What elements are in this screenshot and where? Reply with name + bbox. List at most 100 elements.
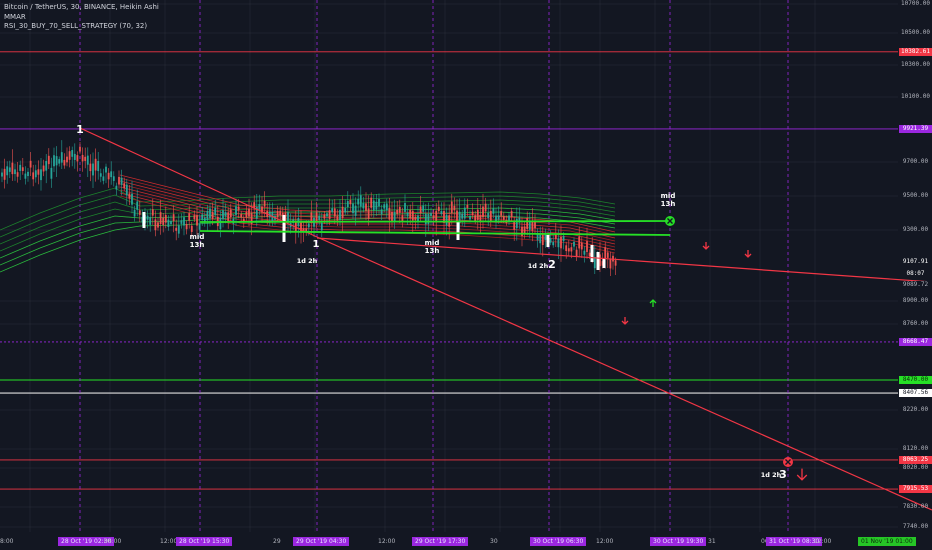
price-label-red-line: 8063.25 bbox=[899, 456, 932, 464]
candle-body bbox=[29, 160, 32, 168]
candle-body bbox=[16, 172, 19, 177]
candle-body bbox=[131, 193, 133, 205]
candle-body bbox=[76, 155, 79, 162]
sell-arrow bbox=[621, 317, 629, 325]
price-tick-label: 10700.00 bbox=[901, 0, 930, 7]
candle-body bbox=[229, 209, 232, 218]
candle-body bbox=[112, 176, 115, 181]
candle-body bbox=[526, 218, 529, 229]
candle-body bbox=[606, 252, 609, 258]
time-annotation-label: 13h bbox=[661, 200, 676, 208]
candle-body bbox=[214, 207, 217, 215]
candle-body bbox=[125, 184, 128, 196]
candle-body bbox=[391, 212, 393, 222]
candle-body bbox=[185, 223, 188, 230]
candle-body bbox=[79, 146, 81, 152]
candle-body bbox=[157, 222, 159, 228]
candle-body bbox=[560, 236, 562, 249]
candle-body bbox=[198, 223, 201, 230]
price-label-red-line: 7915.53 bbox=[899, 485, 932, 493]
time-tick-label: 30 bbox=[490, 538, 498, 545]
candle-body bbox=[120, 177, 123, 185]
price-tick-label: 8120.00 bbox=[902, 445, 929, 452]
time-annotation-label: 1d 2h bbox=[297, 257, 318, 265]
candle-body bbox=[42, 165, 45, 172]
candle-body bbox=[279, 210, 282, 216]
candle-body bbox=[484, 203, 487, 212]
candle-body bbox=[170, 221, 172, 225]
candle-body bbox=[123, 183, 126, 189]
candle-body bbox=[609, 258, 612, 269]
candle-body bbox=[578, 236, 581, 249]
price-tick-label: 8020.00 bbox=[902, 464, 929, 471]
candle-body bbox=[6, 166, 9, 176]
candle-body bbox=[580, 242, 583, 250]
candle-body bbox=[219, 217, 222, 230]
candle-body bbox=[235, 206, 237, 215]
candle-body bbox=[567, 248, 570, 252]
candle-body bbox=[133, 209, 136, 217]
candle-body bbox=[393, 211, 396, 222]
candle-body bbox=[89, 163, 92, 172]
candle-body bbox=[55, 156, 58, 166]
candle-body bbox=[8, 167, 11, 172]
price-tick-label: 8900.00 bbox=[902, 297, 929, 304]
price-label-current: 9107.91 bbox=[899, 258, 932, 266]
candle-body bbox=[583, 250, 586, 255]
candle-body bbox=[593, 256, 596, 269]
candle-body bbox=[211, 211, 214, 219]
candle-body bbox=[162, 217, 165, 225]
candle-body bbox=[60, 152, 63, 163]
price-tick-label: 9300.00 bbox=[902, 226, 929, 233]
candle-body bbox=[383, 204, 386, 209]
candle-body bbox=[45, 160, 48, 171]
time-annotation-label: mid bbox=[425, 239, 440, 247]
candle-body bbox=[604, 247, 607, 259]
candle-body bbox=[489, 210, 492, 221]
vertical-time-lines bbox=[79, 0, 789, 532]
candle-body bbox=[497, 215, 500, 220]
candle-body bbox=[570, 247, 573, 252]
wave-number-label: 2 bbox=[548, 258, 556, 271]
price-tick-label: 9700.00 bbox=[902, 158, 929, 165]
price-tick-label: 10300.00 bbox=[901, 61, 930, 68]
candle-body bbox=[354, 205, 357, 216]
candle-body bbox=[502, 216, 505, 220]
chart-legend: Bitcoin / TetherUS, 30, BINANCE, Heikin … bbox=[4, 3, 159, 32]
highlight-candle bbox=[456, 222, 460, 240]
candle-body bbox=[58, 159, 61, 164]
price-tick-label: 10500.00 bbox=[901, 29, 930, 36]
sell-arrow bbox=[744, 250, 752, 258]
time-marker-label: 29 Oct '19 04:30 bbox=[293, 537, 350, 546]
candle-body bbox=[222, 210, 224, 220]
time-annotation-label: 1d 2h bbox=[528, 262, 549, 270]
candle-body bbox=[474, 215, 477, 222]
candle-body bbox=[341, 206, 344, 219]
candle-body bbox=[183, 217, 185, 226]
candle-body bbox=[237, 206, 240, 210]
candle-body bbox=[73, 153, 76, 160]
highlight-candle bbox=[596, 252, 600, 270]
indicator-rsi-strategy: RSI_30_BUY_70_SELL_STRATEGY (70, 32) bbox=[4, 22, 148, 30]
time-tick-label: 8:00 bbox=[0, 538, 14, 545]
candle-body bbox=[326, 213, 328, 217]
candle-body bbox=[190, 225, 193, 232]
candle-body bbox=[201, 214, 204, 220]
candle-body bbox=[552, 241, 555, 246]
candle-body bbox=[396, 209, 399, 214]
candle-body bbox=[81, 154, 84, 162]
candle-body bbox=[180, 220, 183, 224]
candle-body bbox=[97, 161, 100, 172]
candle-body bbox=[110, 171, 113, 178]
candle-body bbox=[544, 234, 547, 241]
candle-body bbox=[50, 167, 53, 179]
ma-red-2 bbox=[119, 180, 616, 239]
candle-body bbox=[380, 209, 383, 215]
candle-body bbox=[154, 219, 157, 231]
candle-body bbox=[588, 252, 591, 257]
candle-body bbox=[196, 215, 198, 226]
candle-body bbox=[34, 170, 37, 178]
candle-body bbox=[573, 241, 575, 247]
price-chart[interactable]: 1mid13h 11d 2hmid13h1d 2h 2mid13h1d 2h3 bbox=[0, 0, 932, 550]
candle-body bbox=[107, 172, 110, 180]
